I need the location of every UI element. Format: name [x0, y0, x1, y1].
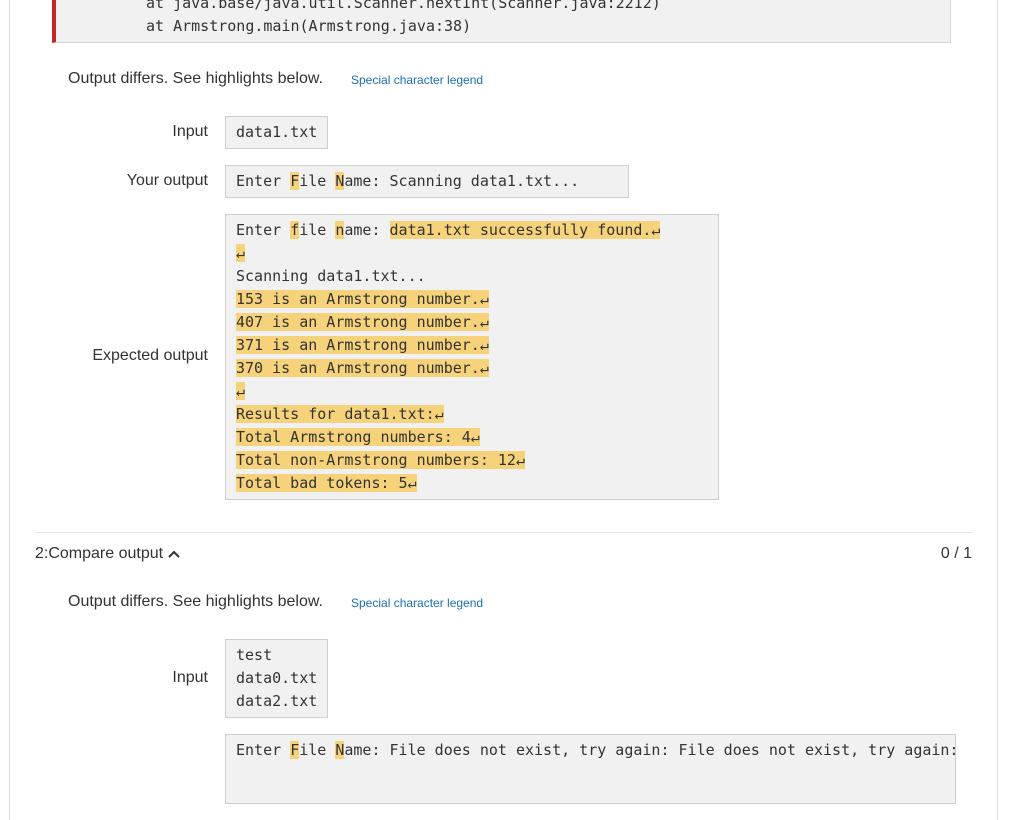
output-text: Enter	[236, 221, 291, 239]
output-text: ame: File does not exist, try again: Fil…	[344, 741, 956, 759]
trace-line: at Armstrong.main(Armstrong.java:38)	[146, 17, 472, 35]
score: 0 / 1	[940, 545, 972, 562]
diff-highlight: 370 is an Armstrong number.↵	[236, 359, 489, 377]
your-output-box: Enter File Name: File does not exist, tr…	[225, 734, 956, 804]
section-divider	[35, 532, 972, 533]
output-text: Enter	[236, 172, 291, 190]
diff-highlight: ↵	[236, 382, 246, 400]
input-line: data0.txt	[236, 669, 318, 687]
input-box: data1.txt	[225, 116, 329, 149]
input-value: data1.txt	[236, 123, 318, 141]
diff-highlight: data1.txt successfully found.↵	[389, 221, 661, 239]
diff-highlight: 153 is an Armstrong number.↵	[236, 290, 489, 308]
special-character-legend-link[interactable]: Special character legend	[351, 596, 483, 610]
input-line: data2.txt	[236, 692, 318, 710]
output-text: Enter	[236, 741, 291, 759]
input-box: test data0.txt data2.txt	[225, 639, 329, 718]
input-label: Input	[172, 669, 208, 686]
diff-message: Output differs. See highlights below.	[68, 593, 323, 610]
expected-output-box: Enter file name: data1.txt successfully …	[225, 214, 719, 500]
expected-output-label: Expected output	[92, 347, 208, 364]
diff-highlight: Results for data1.txt:↵	[236, 405, 444, 423]
input-line: test	[236, 646, 273, 664]
section-title: 2:Compare output	[35, 545, 164, 562]
output-text: ile	[299, 221, 336, 239]
your-output-label: Your output	[126, 172, 208, 189]
diff-highlight: f	[290, 221, 300, 239]
diff-message: Output differs. See highlights below.	[68, 70, 323, 87]
diff-highlight: Total non-Armstrong numbers: 12↵	[236, 451, 525, 469]
input-label: Input	[172, 123, 208, 140]
chevron-up-icon	[168, 550, 180, 558]
section-toggle-compare-output[interactable]: 2:Compare output	[35, 545, 181, 563]
output-text: ile	[299, 172, 336, 190]
diff-highlight: F	[290, 172, 300, 190]
diff-highlight: 407 is an Armstrong number.↵	[236, 313, 489, 331]
output-text: ame:	[344, 221, 390, 239]
output-text: Scanning data1.txt...	[236, 267, 426, 285]
diff-highlight: F	[290, 741, 300, 759]
trace-line: at java.base/java.util.Scanner.nextInt(S…	[146, 0, 661, 12]
diff-highlight: ↵	[236, 244, 246, 262]
diff-highlight: Total Armstrong numbers: 4↵	[236, 428, 480, 446]
output-text: ame: Scanning data1.txt...	[344, 172, 580, 190]
your-output-box: Enter File Name: Scanning data1.txt...	[225, 165, 629, 198]
error-trace-box: at java.base/java.util.Scanner.nextInt(S…	[52, 0, 951, 43]
special-character-legend-link[interactable]: Special character legend	[351, 73, 483, 87]
diff-highlight: Total bad tokens: 5↵	[236, 474, 417, 492]
output-text: ile	[299, 741, 336, 759]
diff-highlight: 371 is an Armstrong number.↵	[236, 336, 489, 354]
